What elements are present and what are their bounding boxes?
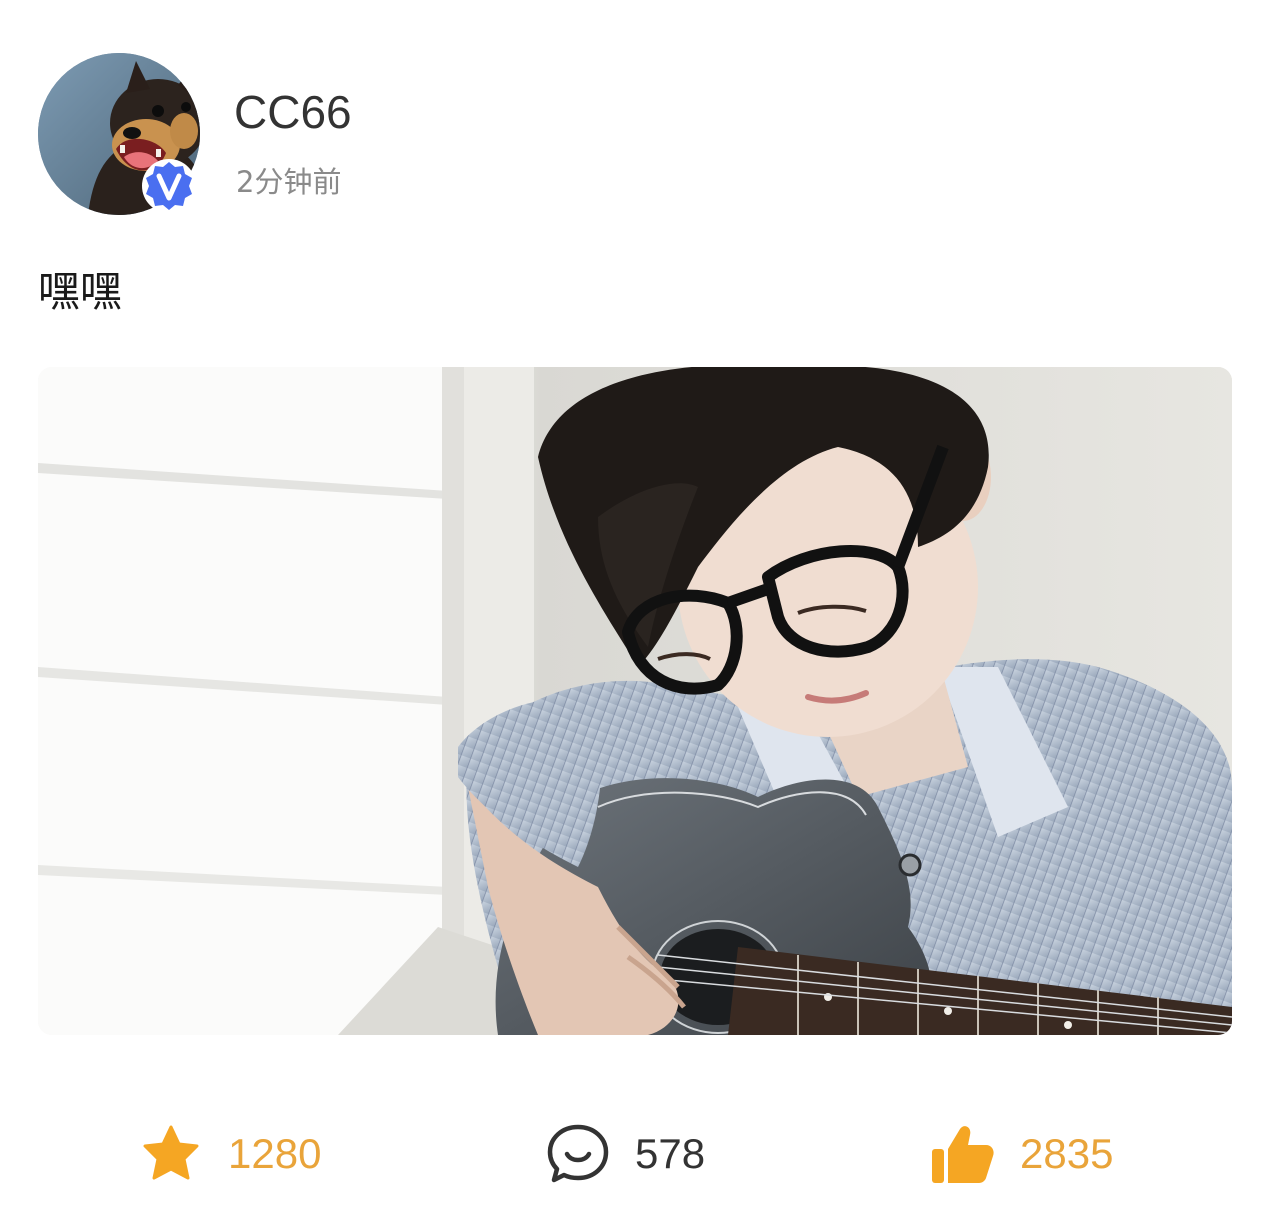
comment-icon bbox=[545, 1121, 611, 1187]
thumbs-up-icon bbox=[930, 1121, 996, 1187]
post-video-thumbnail[interactable] bbox=[38, 367, 1232, 1035]
author-name[interactable]: CC66 bbox=[234, 86, 352, 138]
weibo-post-card: CC66 2分钟前 嘿嘿 1280 578 2835 bbox=[0, 0, 1271, 1218]
favorite-count: 1280 bbox=[228, 1130, 322, 1177]
comment-count: 578 bbox=[635, 1130, 706, 1177]
like-count: 2835 bbox=[1020, 1130, 1114, 1177]
star-icon bbox=[138, 1121, 204, 1187]
verified-badge-icon bbox=[141, 158, 197, 214]
favorite-button[interactable]: 1280 bbox=[138, 1118, 321, 1190]
post-timestamp: 2分钟前 bbox=[236, 165, 342, 199]
like-button[interactable]: 2835 bbox=[930, 1118, 1113, 1190]
comment-button[interactable]: 578 bbox=[545, 1118, 705, 1190]
post-text: 嘿嘿 bbox=[38, 267, 123, 316]
